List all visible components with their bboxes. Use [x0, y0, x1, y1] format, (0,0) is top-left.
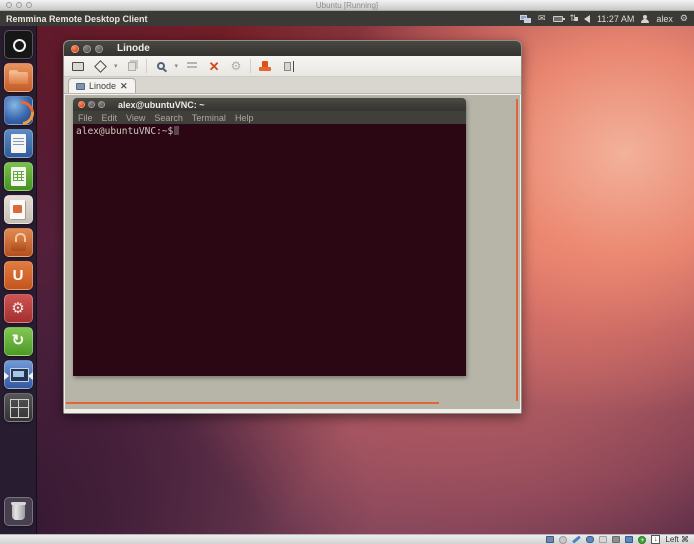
- launcher-item-software-updater[interactable]: ↻: [4, 327, 33, 356]
- vbox-cdrom-icon[interactable]: [559, 536, 567, 544]
- launcher-item-remmina[interactable]: [4, 360, 33, 389]
- terminal-minimize-button[interactable]: [88, 101, 95, 108]
- tab-screen-icon: [76, 83, 85, 90]
- window-minimize-button[interactable]: [83, 45, 91, 53]
- vbox-mouse-capture-icon[interactable]: ↓: [651, 535, 660, 544]
- launcher-item-workspace-switcher[interactable]: [4, 393, 33, 422]
- menu-file[interactable]: File: [78, 113, 93, 123]
- remmina-toolbar: ▾ ▾ ✕ ⚙: [64, 56, 521, 77]
- battery-icon[interactable]: [553, 16, 563, 22]
- user-menu-icon[interactable]: [641, 15, 649, 23]
- session-gear-icon[interactable]: ⚙: [680, 14, 688, 23]
- vbox-network-activity-icon[interactable]: [573, 535, 582, 543]
- username-label[interactable]: alex: [656, 14, 673, 24]
- menu-terminal[interactable]: Terminal: [192, 113, 226, 123]
- indicator-tray: ✉ ⇅ 11:27 AM alex ⚙: [520, 14, 688, 24]
- launcher-item-system-settings[interactable]: ⚙: [4, 294, 33, 323]
- fit-dropdown-caret-icon[interactable]: ▾: [114, 62, 118, 70]
- toolbar-separator: [146, 59, 147, 73]
- remote-screens-indicator-icon[interactable]: [520, 15, 531, 23]
- vbox-features-icon[interactable]: +: [638, 536, 646, 544]
- menu-help[interactable]: Help: [235, 113, 254, 123]
- menu-edit[interactable]: Edit: [102, 113, 118, 123]
- detach-window-button[interactable]: [279, 59, 295, 74]
- vbox-harddisk-icon[interactable]: [546, 536, 554, 543]
- launcher-item-libreoffice-writer[interactable]: [4, 129, 33, 158]
- grab-keyboard-button[interactable]: [184, 59, 200, 74]
- toggle-fullscreen-button[interactable]: [70, 59, 86, 74]
- menu-search[interactable]: Search: [154, 113, 183, 123]
- terminal-titlebar[interactable]: alex@ubuntuVNC: ~: [73, 98, 466, 111]
- vbox-host-key-label: Left ⌘: [665, 535, 689, 544]
- terminal-close-button[interactable]: [78, 101, 85, 108]
- remmina-tabbar: Linode ✕: [64, 77, 521, 94]
- remote-wallpaper-edge-vertical: [516, 99, 518, 401]
- unity-launcher: U ⚙ ↻: [0, 26, 37, 534]
- remote-terminal-window[interactable]: alex@ubuntuVNC: ~ File Edit View Search …: [73, 98, 466, 376]
- remmina-titlebar[interactable]: Linode: [64, 41, 521, 56]
- launcher-item-libreoffice-calc[interactable]: [4, 162, 33, 191]
- tab-close-icon[interactable]: ✕: [120, 81, 128, 92]
- active-app-title[interactable]: Remmina Remote Desktop Client: [6, 14, 148, 24]
- preferences-gear-icon: ⚙: [231, 60, 242, 72]
- toolbar-separator: [250, 59, 251, 73]
- shell-prompt: alex@ubuntuVNC:~$: [76, 126, 173, 137]
- vnc-viewport[interactable]: alex@ubuntuVNC: ~ File Edit View Search …: [65, 95, 520, 409]
- window-close-button[interactable]: [71, 45, 79, 53]
- connection-tab-linode[interactable]: Linode ✕: [68, 78, 136, 93]
- fit-window-button[interactable]: [92, 59, 108, 74]
- tools-x-icon: ✕: [209, 60, 220, 73]
- zoom-icon: [157, 62, 165, 70]
- detach-window-icon: [284, 62, 291, 71]
- focused-indicator-arrow: [28, 372, 33, 380]
- vbox-network-adapter-icon[interactable]: [612, 536, 620, 543]
- terminal-body[interactable]: alex@ubuntuVNC:~$: [73, 124, 466, 376]
- running-indicator-arrow: [4, 372, 9, 380]
- desktop-wallpaper: U ⚙ ↻ Linode ▾: [0, 26, 694, 534]
- scaled-mode-button[interactable]: [124, 59, 140, 74]
- vbox-titlebar: Ubuntu [Running]: [0, 0, 694, 11]
- remmina-window-title: Linode: [117, 43, 150, 54]
- disconnect-plug-icon: [262, 61, 268, 71]
- terminal-maximize-button[interactable]: [98, 101, 105, 108]
- menu-view[interactable]: View: [126, 113, 145, 123]
- vbox-shared-folders-icon[interactable]: [599, 536, 607, 543]
- fit-window-icon: [94, 60, 107, 73]
- disconnect-button[interactable]: [257, 59, 273, 74]
- keyboard-grab-icon: [187, 62, 197, 70]
- launcher-item-firefox[interactable]: [4, 96, 33, 125]
- vbox-window-title: Ubuntu [Running]: [0, 1, 694, 10]
- tab-label: Linode: [89, 81, 116, 91]
- launcher-item-software-center[interactable]: [4, 228, 33, 257]
- fullscreen-icon: [72, 62, 84, 71]
- window-bottom-border: [64, 409, 521, 413]
- terminal-cursor: [174, 126, 179, 135]
- clock[interactable]: 11:27 AM: [597, 14, 634, 24]
- messaging-mail-icon[interactable]: ✉: [538, 14, 546, 23]
- remmina-window: Linode ▾ ▾ ✕ ⚙ Linode: [63, 40, 522, 414]
- remote-wallpaper-edge-horizontal: [66, 402, 439, 404]
- launcher-item-ubuntu-one[interactable]: U: [4, 261, 33, 290]
- ubuntu-menubar: Remmina Remote Desktop Client ✉ ⇅ 11:27 …: [0, 11, 694, 26]
- preferences-button[interactable]: ⚙: [228, 59, 244, 74]
- tools-button[interactable]: ✕: [206, 59, 222, 74]
- zoom-dropdown-caret-icon[interactable]: ▾: [175, 62, 179, 70]
- scaled-mode-icon: [128, 62, 136, 71]
- launcher-item-dash-home[interactable]: [4, 30, 33, 59]
- vbox-usb-icon[interactable]: [586, 536, 594, 543]
- launcher-item-trash[interactable]: [4, 497, 33, 526]
- zoom-button[interactable]: [153, 59, 169, 74]
- sound-icon[interactable]: [584, 15, 590, 23]
- launcher-item-libreoffice-impress[interactable]: [4, 195, 33, 224]
- vbox-display-icon[interactable]: [625, 536, 633, 543]
- vbox-statusbar: + ↓ Left ⌘: [0, 534, 694, 544]
- screen: Ubuntu [Running] Remmina Remote Desktop …: [0, 0, 694, 544]
- window-maximize-button[interactable]: [95, 45, 103, 53]
- terminal-menubar: File Edit View Search Terminal Help: [73, 111, 466, 124]
- terminal-window-title: alex@ubuntuVNC: ~: [118, 100, 205, 110]
- launcher-item-home-folder[interactable]: [4, 63, 33, 92]
